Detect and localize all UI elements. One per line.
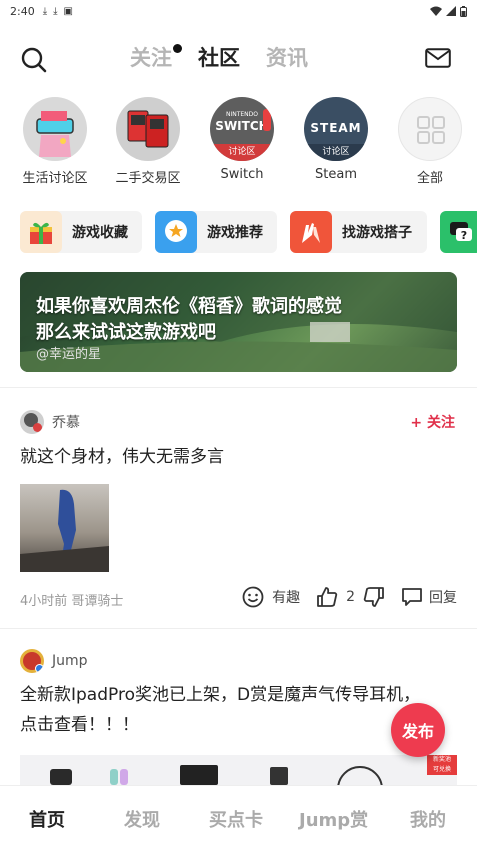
- follow-button[interactable]: + 关注: [410, 412, 455, 432]
- forum-life[interactable]: 生活讨论区: [15, 97, 95, 186]
- shortcut-game-collection[interactable]: 游戏收藏: [20, 211, 142, 253]
- image-icon: ▣: [63, 5, 73, 17]
- tab-community[interactable]: 社区: [198, 42, 240, 72]
- gift-icon: [20, 211, 62, 253]
- author-name: 乔慕: [52, 415, 80, 431]
- avatar: [20, 649, 44, 673]
- forum-life-image: [23, 97, 87, 161]
- forum-list: 生活讨论区 二手交易区 NINTENDO SWITCH 讨论区 Switch S…: [0, 97, 477, 189]
- download-icon: ⤓: [53, 5, 58, 17]
- author-name: Jump: [52, 653, 88, 669]
- shortcut-qa[interactable]: ?: [440, 211, 477, 253]
- forum-switch[interactable]: NINTENDO SWITCH 讨论区 Switch: [202, 97, 282, 182]
- fun-button[interactable]: 有趣: [242, 586, 300, 608]
- feature-banner[interactable]: 如果你喜欢周杰伦《稻香》歌词的感觉 那么来试试这款游戏吧 @幸运的星: [20, 272, 457, 372]
- bottom-nav: 首页 发现 买点卡 Jump赏 我的: [0, 785, 477, 848]
- shortcut-list: 游戏收藏 游戏推荐 找游戏搭子 ?: [20, 211, 477, 255]
- nav-discover[interactable]: 发现: [124, 806, 160, 832]
- avatar: [20, 410, 44, 434]
- forum-switch-badge: 讨论区: [210, 144, 274, 161]
- shortcut-game-recommend[interactable]: 游戏推荐: [155, 211, 277, 253]
- game-cartridges-icon: [127, 110, 169, 148]
- dislike-button[interactable]: [363, 586, 385, 608]
- post2-image-products: [50, 765, 383, 785]
- nav-home[interactable]: 首页: [29, 806, 65, 832]
- post2-author[interactable]: Jump: [20, 649, 88, 673]
- forum-secondhand[interactable]: 二手交易区: [108, 97, 188, 186]
- forum-all[interactable]: 全部: [390, 97, 470, 186]
- banner-title-line1: 如果你喜欢周杰伦《稻香》歌词的感觉: [36, 296, 342, 317]
- wifi-icon: [430, 6, 442, 16]
- forum-all-image: [398, 97, 462, 161]
- tab-following[interactable]: 关注: [130, 42, 182, 72]
- status-bar: 2:40 ⤓ ⤓ ▣: [0, 0, 477, 22]
- post1-meta: 4小时前 哥谭骑士: [20, 594, 124, 609]
- reply-label: 回复: [429, 590, 457, 606]
- joycon-shape: [263, 109, 271, 131]
- signal-icon: [446, 6, 456, 16]
- reply-button[interactable]: 回复: [401, 586, 457, 608]
- top-tabs: 关注 社区 资讯: [130, 42, 308, 72]
- post2-image[interactable]: 新奖池 可兑换: [20, 755, 457, 785]
- like-button[interactable]: 2: [316, 586, 355, 608]
- nav-buy-card[interactable]: 买点卡: [209, 806, 263, 832]
- section-divider: [0, 628, 477, 629]
- nav-jump-prize[interactable]: Jump赏: [299, 806, 368, 832]
- forum-secondhand-image: [116, 97, 180, 161]
- download-icon: ⤓: [42, 5, 48, 17]
- comment-icon: [402, 588, 422, 606]
- status-time: 2:40: [10, 4, 35, 18]
- tab-news[interactable]: 资讯: [266, 42, 308, 72]
- grid-icon: [417, 116, 445, 144]
- smile-icon: [242, 586, 264, 608]
- shortcut-find-buddy[interactable]: 找游戏搭子: [290, 211, 427, 253]
- like-count: 2: [346, 589, 355, 605]
- nav-me[interactable]: 我的: [410, 806, 446, 832]
- forum-steam-badge: 讨论区: [304, 144, 368, 161]
- unread-dot: [173, 44, 182, 53]
- status-system-icons: [430, 5, 467, 17]
- post1-image[interactable]: [20, 484, 109, 572]
- thumbs-up-icon: [317, 587, 338, 607]
- post1-author[interactable]: 乔慕: [20, 410, 80, 434]
- new-pool-tag: 新奖池 可兑换: [427, 755, 457, 775]
- vr-character-icon: [36, 111, 74, 157]
- mail-icon[interactable]: [425, 48, 451, 68]
- post1-actions: 有趣 2 回复: [242, 586, 457, 608]
- forum-steam-image: STEAM 讨论区: [304, 97, 368, 161]
- star-chat-icon: [155, 211, 197, 253]
- thumbs-down-icon: [363, 587, 384, 607]
- post1-text[interactable]: 就这个身材，伟大无需多言: [20, 442, 460, 472]
- banner-title-line2: 那么来试试这款游戏吧: [36, 322, 216, 343]
- battery-icon: [460, 5, 467, 17]
- section-divider: [0, 387, 477, 388]
- top-header: 关注 社区 资讯: [0, 38, 477, 82]
- forum-switch-image: NINTENDO SWITCH 讨论区: [210, 97, 274, 161]
- publish-button[interactable]: 发布: [391, 703, 445, 757]
- svg-text:?: ?: [461, 229, 467, 242]
- question-chat-icon: ?: [440, 211, 477, 253]
- high-five-icon: [290, 211, 332, 253]
- banner-author: @幸运的星: [36, 347, 102, 362]
- status-notification-icons: ⤓ ⤓ ▣: [43, 6, 73, 17]
- post1-image-figure: [20, 489, 109, 572]
- forum-steam[interactable]: STEAM 讨论区 Steam: [296, 97, 376, 182]
- search-icon[interactable]: [20, 46, 48, 74]
- fun-label: 有趣: [272, 590, 301, 606]
